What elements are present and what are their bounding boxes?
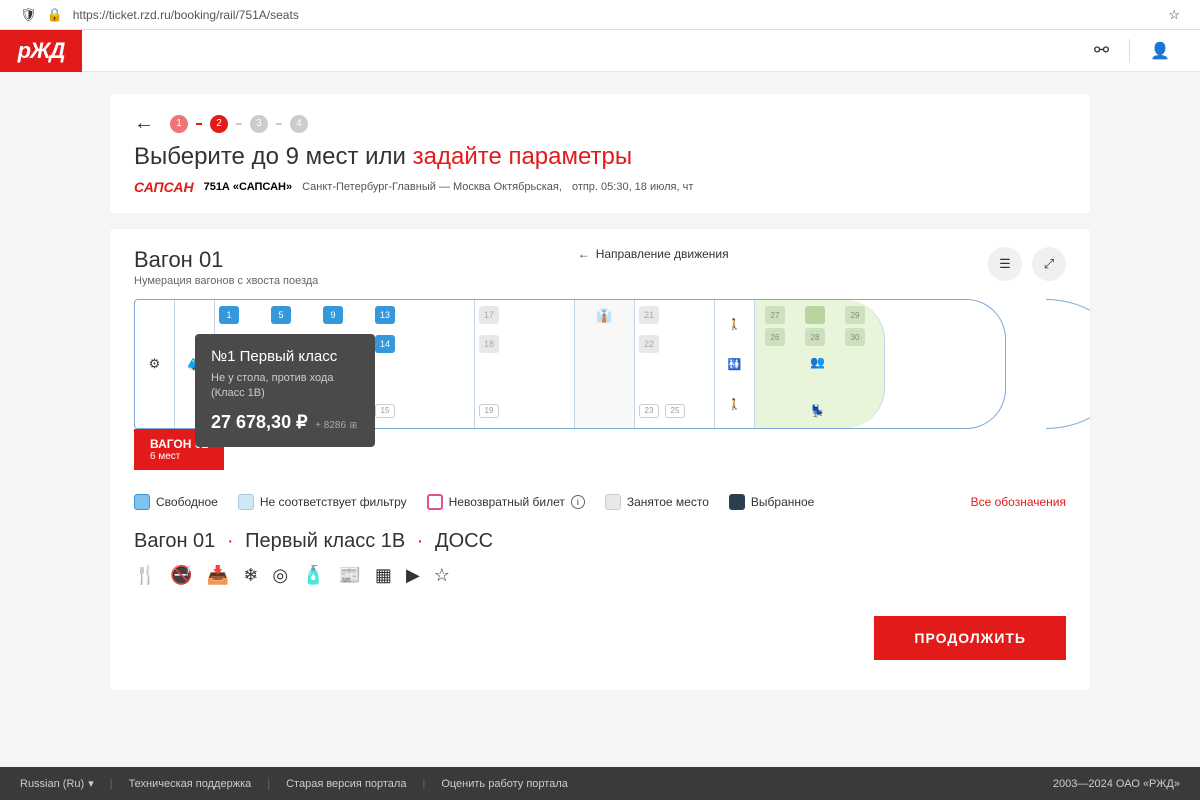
site-header: pЖД ⚯ 👤: [0, 30, 1200, 72]
accessibility-icon[interactable]: ⚯: [1094, 40, 1109, 61]
aisle-25: 25: [665, 404, 685, 418]
biotoilet-icon: ◎: [272, 565, 288, 586]
seat-13[interactable]: 13: [375, 306, 395, 324]
tooltip-title: №1 Первый класс: [211, 348, 359, 365]
seat-30[interactable]: 30: [845, 328, 865, 346]
seat-22: 22: [639, 335, 659, 353]
aisle-19: 19: [479, 404, 499, 418]
nosmoking-icon: 🚭: [170, 565, 192, 586]
expand-button[interactable]: ⤢: [1032, 247, 1066, 281]
closet-section: 👔: [575, 300, 635, 428]
tooltip-bonus: + 8286: [315, 420, 346, 431]
seat-selection-card: Вагон 01 Нумерация вагонов с хвоста поез…: [110, 229, 1090, 690]
tooltip-desc: Не у стола, против хода (Класс 1В): [211, 371, 359, 402]
step-1[interactable]: 1: [170, 115, 188, 133]
chevron-down-icon: ▾: [88, 777, 94, 790]
star-service-icon: ☆: [434, 565, 450, 586]
separator: [1129, 39, 1130, 63]
hygiene-icon: 🧴: [302, 565, 324, 586]
page-title: Выберите до 9 мест или задайте параметры: [134, 143, 1066, 171]
seat-28[interactable]: 28: [805, 328, 825, 346]
wagon-seat-map: ⚙ 🧳 1 5 9 13 2 6 10: [134, 299, 1006, 429]
url-text: https://ticket.rzd.ru/booking/rail/751A/…: [73, 8, 1159, 22]
entry-section: 🚶 🚻 🚶: [715, 300, 755, 428]
seat-17: 17: [479, 306, 499, 324]
wc-icon: 🚻: [728, 358, 742, 371]
gear-icon: ⚙: [149, 356, 161, 372]
wagon-subtitle: Нумерация вагонов с хвоста поезда: [134, 275, 318, 287]
class-info: Вагон 01 · Первый класс 1В · ДОСС: [134, 530, 1066, 553]
seat-21: 21: [639, 306, 659, 324]
person-icon: 🚶: [728, 318, 742, 331]
train-route: Санкт-Петербург-Главный — Москва Октябрь…: [302, 181, 562, 193]
bonus-icon: ⊞: [350, 420, 358, 430]
person-icon-2: 🚶: [728, 398, 742, 411]
seat-9[interactable]: 9: [323, 306, 343, 324]
legend-occupied-box: [605, 494, 621, 510]
header-card: ← 1 2 3 4 Выберите до 9 мест или задайте…: [110, 94, 1090, 213]
copyright: 2003—2024 ОАО «РЖД»: [1053, 778, 1180, 790]
all-legend-link[interactable]: Все обозначения: [971, 495, 1066, 509]
seat-tooltip: №1 Первый класс Не у стола, против хода …: [195, 334, 375, 447]
train-info: САПСАН 751А «САПСАН» Санкт-Петербург-Гла…: [134, 179, 1066, 195]
rzd-logo[interactable]: pЖД: [0, 30, 82, 72]
legend-nonref-box: [427, 494, 443, 510]
seat-18: 18: [479, 335, 499, 353]
luggage-shelf-icon: 📥: [207, 565, 229, 586]
meeting-icon: 👥: [810, 355, 825, 369]
seat-1[interactable]: 1: [219, 306, 239, 324]
legend-selected-box: [729, 494, 745, 510]
support-link[interactable]: Техническая поддержка: [129, 778, 252, 790]
amenities-row: 🍴 🚭 📥 ❄ ◎ 🧴 📰 ▦ ▶ ☆: [134, 565, 1066, 586]
site-footer: Russian (Ru) ▾ | Техническая поддержка |…: [0, 767, 1200, 800]
bedding-icon: ▦: [375, 565, 392, 586]
lounge-table: [805, 306, 825, 324]
user-account-icon[interactable]: 👤: [1150, 41, 1170, 61]
sapsan-brand-icon: САПСАН: [134, 179, 194, 195]
seat-27[interactable]: 27: [765, 306, 785, 324]
aisle-23: 23: [639, 404, 659, 418]
seat-29[interactable]: 29: [845, 306, 865, 324]
list-view-button[interactable]: ☰: [988, 247, 1022, 281]
tv-icon: ▶: [406, 565, 420, 586]
seat-5[interactable]: 5: [271, 306, 291, 324]
wagon-title: Вагон 01: [134, 247, 318, 273]
seat-14[interactable]: 14: [375, 335, 395, 353]
lock-icon: 🔒: [47, 7, 63, 23]
step-4: 4: [290, 115, 308, 133]
language-selector[interactable]: Russian (Ru) ▾: [20, 777, 94, 790]
browser-address-bar: 🛡 🔒 https://ticket.rzd.ru/booking/rail/7…: [0, 0, 1200, 30]
aisle-15: 15: [375, 404, 395, 418]
train-number: 751А «САПСАН»: [204, 181, 293, 193]
seat-legend: Свободное Не соответствует фильтру Невоз…: [134, 494, 1066, 510]
legend-filter-box: [238, 494, 254, 510]
legend-free-box: [134, 494, 150, 510]
press-icon: 📰: [339, 565, 361, 586]
direction-label: ← Направление движения: [578, 247, 729, 261]
step-2: 2: [210, 115, 228, 133]
back-arrow-icon[interactable]: ←: [134, 112, 154, 135]
set-params-link[interactable]: задайте параметры: [413, 143, 633, 170]
armchair-icon: 💺: [810, 404, 825, 418]
old-version-link[interactable]: Старая версия портала: [286, 778, 406, 790]
settings-section[interactable]: ⚙: [135, 300, 175, 428]
shield-icon: 🛡: [20, 7, 37, 23]
direction-arrow-icon: ←: [578, 247, 590, 261]
wagon-nose: [1046, 299, 1090, 429]
lounge-section: 27 29 26 28 30 👥 💺: [755, 300, 885, 428]
bookmark-star-icon[interactable]: ☆: [1168, 7, 1180, 23]
food-icon: 🍴: [134, 565, 156, 586]
step-3: 3: [250, 115, 268, 133]
seat-26[interactable]: 26: [765, 328, 785, 346]
hanger-icon: 👔: [596, 308, 612, 324]
tooltip-price: 27 678,30 ₽: [211, 412, 308, 432]
info-icon[interactable]: i: [571, 495, 585, 509]
rate-link[interactable]: Оценить работу портала: [441, 778, 568, 790]
train-departure: отпр. 05:30, 18 июля, чт: [572, 181, 693, 193]
ac-icon: ❄: [243, 565, 258, 586]
continue-button[interactable]: ПРОДОЛЖИТЬ: [874, 616, 1066, 660]
